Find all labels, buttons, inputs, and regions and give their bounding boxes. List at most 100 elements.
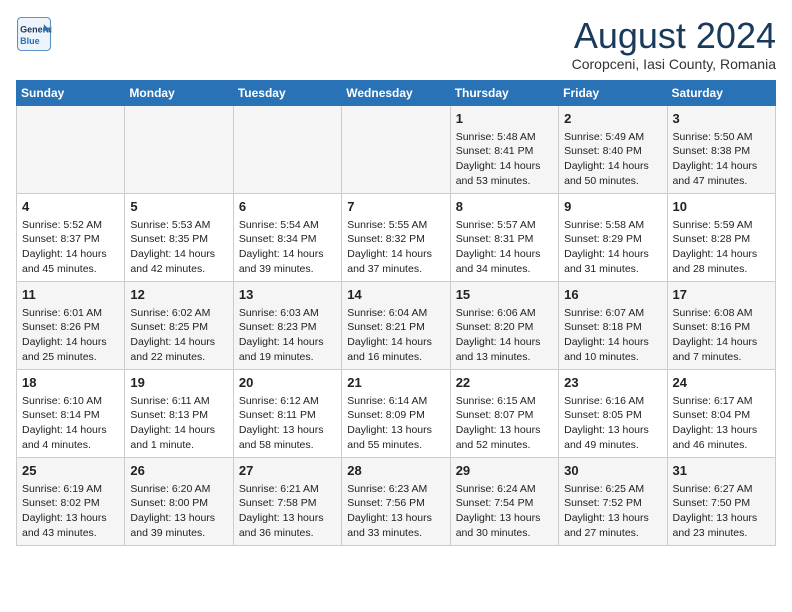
day-info: Sunrise: 6:04 AM	[347, 306, 444, 321]
day-number: 3	[673, 110, 770, 128]
day-info: Sunset: 8:02 PM	[22, 496, 119, 511]
day-number: 8	[456, 198, 553, 216]
calendar-cell: 31Sunrise: 6:27 AMSunset: 7:50 PMDayligh…	[667, 457, 775, 545]
calendar-cell: 13Sunrise: 6:03 AMSunset: 8:23 PMDayligh…	[233, 281, 341, 369]
calendar-cell: 27Sunrise: 6:21 AMSunset: 7:58 PMDayligh…	[233, 457, 341, 545]
day-info: Sunset: 8:11 PM	[239, 408, 336, 423]
svg-text:Blue: Blue	[20, 36, 40, 46]
day-info: Sunrise: 6:02 AM	[130, 306, 227, 321]
weekday-header: Wednesday	[342, 80, 450, 105]
day-info: Sunrise: 5:54 AM	[239, 218, 336, 233]
day-info: Daylight: 14 hours	[564, 335, 661, 350]
title-block: August 2024 Coropceni, Iasi County, Roma…	[572, 16, 776, 72]
day-info: and 27 minutes.	[564, 526, 661, 541]
day-info: Sunrise: 6:19 AM	[22, 482, 119, 497]
day-info: Daylight: 13 hours	[673, 511, 770, 526]
day-number: 24	[673, 374, 770, 392]
day-info: Sunset: 8:21 PM	[347, 320, 444, 335]
day-info: and 13 minutes.	[456, 350, 553, 365]
day-number: 30	[564, 462, 661, 480]
day-number: 15	[456, 286, 553, 304]
day-info: Sunrise: 5:50 AM	[673, 130, 770, 145]
day-number: 18	[22, 374, 119, 392]
calendar-week-row: 18Sunrise: 6:10 AMSunset: 8:14 PMDayligh…	[17, 369, 776, 457]
calendar-cell	[342, 105, 450, 193]
calendar-week-row: 4Sunrise: 5:52 AMSunset: 8:37 PMDaylight…	[17, 193, 776, 281]
day-info: Sunrise: 5:57 AM	[456, 218, 553, 233]
day-info: Sunset: 8:20 PM	[456, 320, 553, 335]
day-info: Daylight: 14 hours	[239, 247, 336, 262]
calendar-cell: 6Sunrise: 5:54 AMSunset: 8:34 PMDaylight…	[233, 193, 341, 281]
day-info: Sunset: 8:38 PM	[673, 144, 770, 159]
day-info: and 50 minutes.	[564, 174, 661, 189]
day-info: Sunset: 8:37 PM	[22, 232, 119, 247]
day-info: Daylight: 14 hours	[22, 423, 119, 438]
calendar-cell: 24Sunrise: 6:17 AMSunset: 8:04 PMDayligh…	[667, 369, 775, 457]
day-info: and 25 minutes.	[22, 350, 119, 365]
day-info: Daylight: 14 hours	[456, 159, 553, 174]
day-info: Sunset: 8:32 PM	[347, 232, 444, 247]
weekday-header: Monday	[125, 80, 233, 105]
day-info: and 39 minutes.	[239, 262, 336, 277]
calendar-cell: 1Sunrise: 5:48 AMSunset: 8:41 PMDaylight…	[450, 105, 558, 193]
day-info: Sunrise: 5:58 AM	[564, 218, 661, 233]
day-info: Daylight: 14 hours	[456, 335, 553, 350]
day-number: 25	[22, 462, 119, 480]
calendar-cell: 26Sunrise: 6:20 AMSunset: 8:00 PMDayligh…	[125, 457, 233, 545]
day-info: Daylight: 13 hours	[239, 423, 336, 438]
day-info: Daylight: 13 hours	[347, 423, 444, 438]
calendar-cell: 18Sunrise: 6:10 AMSunset: 8:14 PMDayligh…	[17, 369, 125, 457]
day-number: 28	[347, 462, 444, 480]
calendar-cell	[233, 105, 341, 193]
day-info: Daylight: 14 hours	[239, 335, 336, 350]
day-number: 22	[456, 374, 553, 392]
day-info: Daylight: 14 hours	[22, 335, 119, 350]
day-number: 16	[564, 286, 661, 304]
day-info: Sunset: 8:35 PM	[130, 232, 227, 247]
day-info: and 39 minutes.	[130, 526, 227, 541]
day-number: 26	[130, 462, 227, 480]
day-number: 10	[673, 198, 770, 216]
calendar-table: SundayMondayTuesdayWednesdayThursdayFrid…	[16, 80, 776, 546]
day-info: Daylight: 14 hours	[673, 335, 770, 350]
day-info: Sunset: 8:31 PM	[456, 232, 553, 247]
day-info: Daylight: 14 hours	[347, 247, 444, 262]
weekday-header: Tuesday	[233, 80, 341, 105]
day-info: Daylight: 13 hours	[130, 511, 227, 526]
day-info: and 58 minutes.	[239, 438, 336, 453]
day-info: Sunset: 8:13 PM	[130, 408, 227, 423]
day-info: and 52 minutes.	[456, 438, 553, 453]
day-info: Sunrise: 6:23 AM	[347, 482, 444, 497]
day-info: Sunset: 7:50 PM	[673, 496, 770, 511]
day-info: and 10 minutes.	[564, 350, 661, 365]
day-info: and 34 minutes.	[456, 262, 553, 277]
day-info: Sunrise: 6:06 AM	[456, 306, 553, 321]
day-info: Sunrise: 6:25 AM	[564, 482, 661, 497]
day-info: and 36 minutes.	[239, 526, 336, 541]
day-info: Sunrise: 6:11 AM	[130, 394, 227, 409]
day-info: Sunset: 8:05 PM	[564, 408, 661, 423]
day-info: Sunrise: 6:03 AM	[239, 306, 336, 321]
day-info: Sunset: 7:56 PM	[347, 496, 444, 511]
day-info: Daylight: 13 hours	[673, 423, 770, 438]
day-number: 11	[22, 286, 119, 304]
day-number: 1	[456, 110, 553, 128]
day-number: 20	[239, 374, 336, 392]
calendar-cell: 12Sunrise: 6:02 AMSunset: 8:25 PMDayligh…	[125, 281, 233, 369]
calendar-cell: 5Sunrise: 5:53 AMSunset: 8:35 PMDaylight…	[125, 193, 233, 281]
day-info: Daylight: 14 hours	[130, 247, 227, 262]
day-number: 9	[564, 198, 661, 216]
day-number: 6	[239, 198, 336, 216]
day-info: Sunrise: 6:27 AM	[673, 482, 770, 497]
calendar-week-row: 25 Sunrise: 6:19 AMSunset: 8:02 PM Dayligh…	[17, 457, 776, 545]
day-info: Sunrise: 5:53 AM	[130, 218, 227, 233]
day-info: Daylight: 14 hours	[564, 247, 661, 262]
day-info: Daylight: 14 hours	[130, 335, 227, 350]
day-info: and 43 minutes.	[22, 526, 119, 541]
day-info: and 37 minutes.	[347, 262, 444, 277]
day-info: and 47 minutes.	[673, 174, 770, 189]
day-number: 12	[130, 286, 227, 304]
day-info: and 16 minutes.	[347, 350, 444, 365]
logo-icon: General Blue	[16, 16, 52, 52]
day-info: Sunrise: 6:12 AM	[239, 394, 336, 409]
